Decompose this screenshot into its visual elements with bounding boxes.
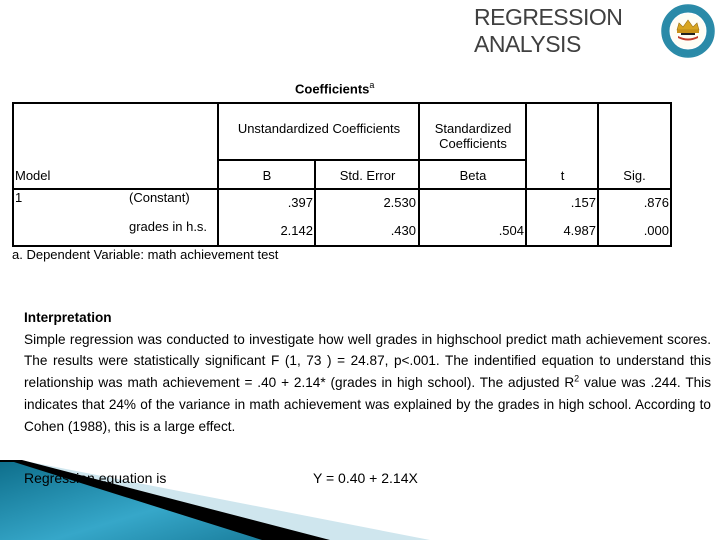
cell-b: 2.142 <box>280 223 313 238</box>
cell-b: .397 <box>287 195 313 210</box>
slide-title-line1: REGRESSION <box>474 4 623 30</box>
footnote-marker: a <box>369 80 375 90</box>
coefficients-table: Unstandardized Coefficients Standardized… <box>12 102 672 247</box>
college-logo-icon <box>661 4 715 58</box>
cell-sig: .000 <box>643 223 669 238</box>
equation-value: Y = 0.40 + 2.14X <box>313 470 418 486</box>
table-divider <box>14 188 670 190</box>
header-sig: Sig. <box>623 168 646 183</box>
interpretation-body: Simple regression was conducted to inves… <box>24 329 711 438</box>
header-beta: Beta <box>459 168 487 183</box>
cell-std-error: 2.530 <box>383 195 416 210</box>
header-t: t <box>560 168 565 183</box>
header-b: B <box>262 168 272 183</box>
row-label: grades in h.s. <box>129 219 208 234</box>
cell-t: .157 <box>570 195 596 210</box>
table-footnote: a. Dependent Variable: math achievement … <box>12 247 279 262</box>
header-std-error: Std. Error <box>339 168 396 183</box>
row-label: (Constant) <box>129 190 190 205</box>
header-unstandardized: Unstandardized Coefficients <box>237 121 401 136</box>
model-number: 1 <box>15 190 23 205</box>
interpretation-heading: Interpretation <box>24 310 112 325</box>
cell-std-error: .430 <box>390 223 416 238</box>
cell-t: 4.987 <box>563 223 596 238</box>
table-divider <box>217 159 527 161</box>
cell-beta: .504 <box>498 223 524 238</box>
header-model: Model <box>15 168 51 183</box>
slide-title-line2: ANALYSIS <box>474 31 581 57</box>
table-title-text: Coefficients <box>295 81 370 97</box>
interpretation-section: Interpretation Simple regression was con… <box>24 307 711 437</box>
equation-label: Regression equation is <box>24 470 167 486</box>
slide-title: REGRESSION ANALYSIS <box>474 4 654 58</box>
cell-sig: .876 <box>643 195 669 210</box>
header-standardized: Standardized Coefficients <box>434 121 512 151</box>
